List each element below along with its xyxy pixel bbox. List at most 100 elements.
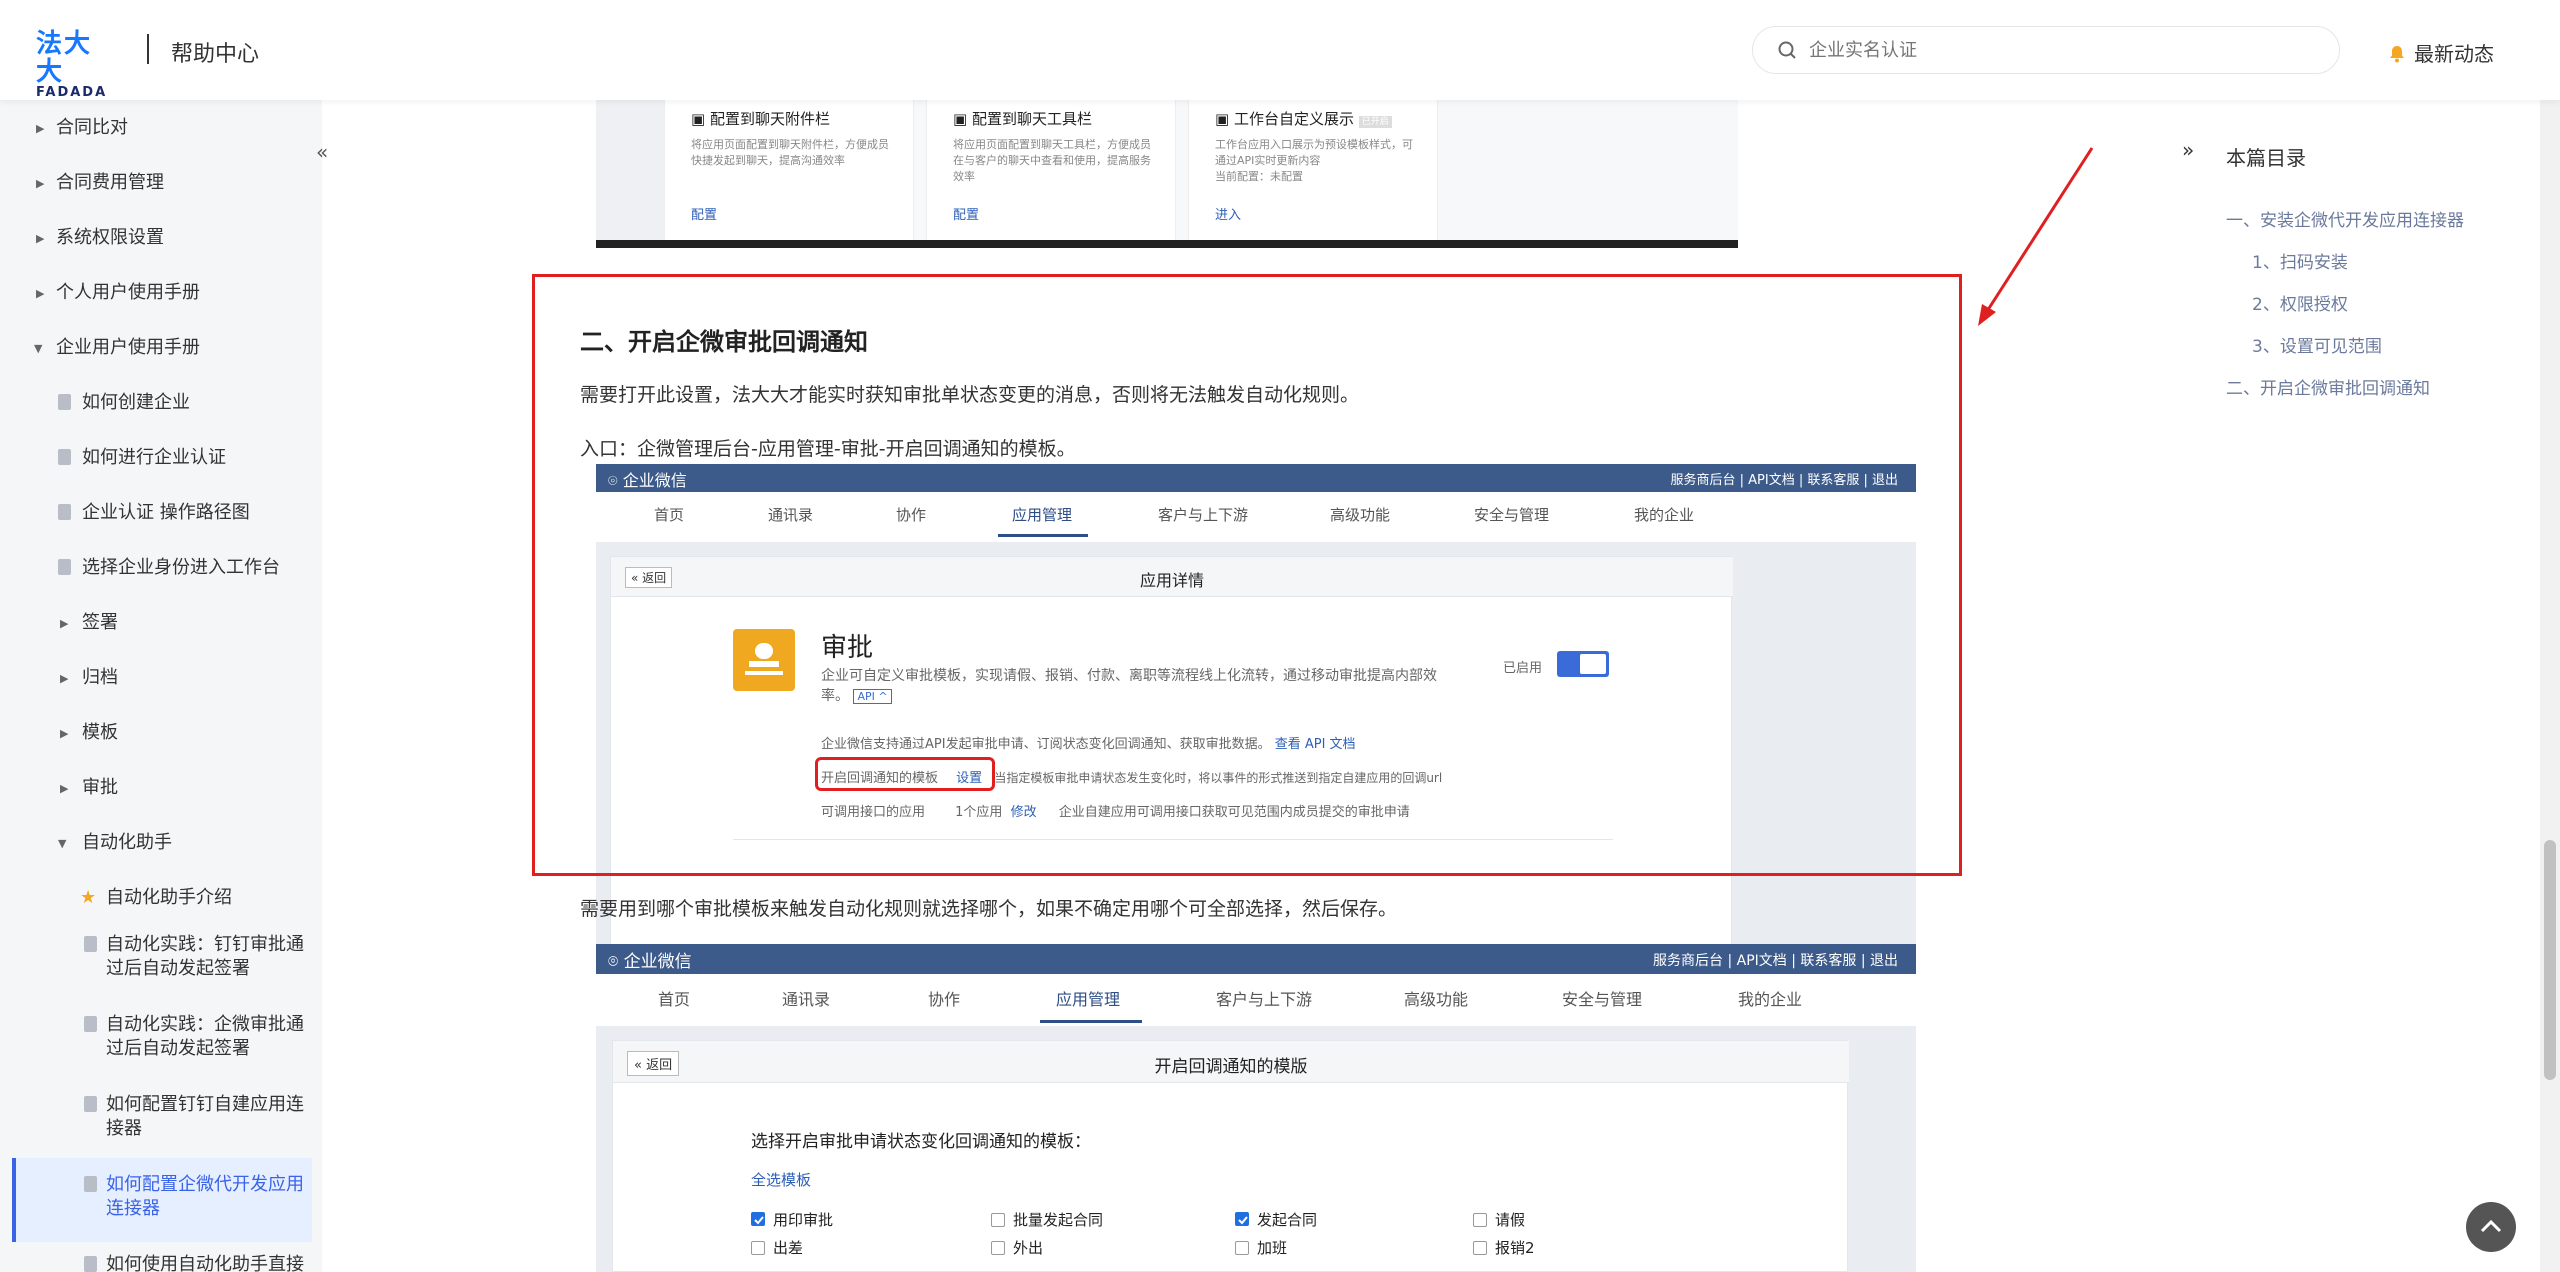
nav-app-manage-2[interactable]: 应用管理 (1056, 986, 1120, 1010)
sidebar-item-label: 如何配置企微代开发应用 (106, 1174, 304, 1195)
sidebar-item[interactable]: ▶ 审批 (0, 776, 322, 800)
sidebar-item-label: 合同比对 (56, 117, 128, 138)
select-all-link[interactable]: 全选模板 (751, 1169, 811, 1190)
sidebar-item-label: 企业认证 操作路径图 (82, 502, 250, 523)
template-checkbox[interactable]: 用印审批 (751, 1209, 833, 1230)
logo-cn: 法大大 (36, 29, 93, 87)
sidebar-item[interactable]: ▶ 签署 (0, 611, 322, 635)
caret-right-icon: ▶ (36, 232, 45, 245)
paragraph-3: 需要用到哪个审批模板来触发自动化规则就选择哪个，如果不确定用哪个可全部选择，然后… (580, 898, 1398, 920)
sidebar-item[interactable]: 如何进行企业认证 (0, 446, 322, 470)
callback-template-panel: « 返回 开启回调通知的模版 选择开启审批申请状态变化回调通知的模板： 全选模板… (612, 1040, 1849, 1272)
nav-home-2[interactable]: 首页 (658, 986, 690, 1010)
toc-item-4[interactable]: 3、设置可见范围 (2252, 332, 2382, 357)
fadada-logo[interactable]: 法大大 FADADA (36, 30, 116, 100)
toc-title: 本篇目录 (2226, 146, 2306, 170)
template-checkbox[interactable]: 外出 (991, 1237, 1043, 1258)
news-label: 最新动态 (2414, 42, 2494, 66)
checkbox[interactable] (1235, 1212, 1249, 1226)
sidebar-item[interactable]: ★ 自动化助手介绍 (0, 886, 322, 910)
template-checkbox[interactable]: 加班 (1235, 1237, 1287, 1258)
search-input[interactable] (1809, 35, 2309, 65)
sidebar-item[interactable]: 自动化实践：企微审批通 过后自动发起签署 (0, 1013, 322, 1061)
article-content: ▣ 配置到聊天附件栏 将应用页面配置到聊天附件栏，方便成员 快捷发起到聊天，提高沟通… (322, 100, 2190, 1272)
nav-advanced-2[interactable]: 高级功能 (1404, 986, 1468, 1010)
caret-right-icon: ▶ (60, 617, 69, 630)
config-card: ▣ 配置到聊天附件栏 将应用页面配置到聊天附件栏，方便成员 快捷发起到聊天，提高沟通… (664, 100, 914, 240)
config-card-action[interactable]: 配置 (691, 204, 717, 223)
config-card-desc: 在与客户的聊天中查看和使用，提高服务 (953, 154, 1151, 167)
sidebar-item-label: 如何创建企业 (82, 392, 190, 413)
search-icon (1778, 41, 1796, 59)
sidebar-item-label: 如何配置钉钉自建应用连 (106, 1094, 304, 1115)
table-of-contents: 本篇目录 一、安装企微代开发应用连接器 1、扫码安装 2、权限授权 3、设置可见… (2190, 100, 2530, 1272)
template-checkbox[interactable]: 出差 (751, 1237, 803, 1258)
sidebar-item[interactable]: ▶ 系统权限设置 (0, 226, 322, 250)
checkbox[interactable] (751, 1212, 765, 1226)
sidebar-item[interactable]: 选择企业身份进入工作台 (0, 556, 322, 580)
toc-item-1[interactable]: 一、安装企微代开发应用连接器 (2226, 206, 2464, 231)
template-checkbox[interactable]: 请假 (1473, 1209, 1525, 1230)
checkbox[interactable] (1473, 1213, 1487, 1227)
toc-item-5[interactable]: 二、开启企微审批回调通知 (2226, 374, 2430, 399)
sidebar-item[interactable]: ▶ 模板 (0, 721, 322, 745)
checkbox[interactable] (991, 1213, 1005, 1227)
latest-news-link[interactable]: 最新动态 (2388, 38, 2494, 67)
sidebar-item-label: 审批 (82, 777, 118, 798)
sidebar-item[interactable]: ▶ 合同比对 (0, 116, 322, 140)
annotation-arrow (1978, 147, 2094, 326)
template-checkbox[interactable]: 报销2 (1473, 1237, 1535, 1258)
toc-item-2[interactable]: 1、扫码安装 (2252, 248, 2348, 273)
checkbox[interactable] (991, 1241, 1005, 1255)
sidebar-item-label: 过后自动发起签署 (106, 958, 250, 979)
wework-top-links-2[interactable]: 服务商后台 | API文档 | 联系客服 | 退出 (1653, 950, 1898, 970)
config-card-action[interactable]: 配置 (953, 204, 979, 223)
sidebar-item[interactable]: 如何使用自动化助手直接 (0, 1253, 322, 1272)
back-to-top-button[interactable] (2466, 1202, 2516, 1252)
sidebar-item[interactable]: 自动化实践：钉钉审批通 过后自动发起签署 (0, 933, 322, 981)
checkbox[interactable] (751, 1241, 765, 1255)
sidebar-item[interactable]: ▶ 合同费用管理 (0, 171, 322, 195)
sidebar-item-label: 接器 (106, 1118, 142, 1139)
sidebar-item[interactable]: ▶ 归档 (0, 666, 322, 690)
search-box[interactable] (1752, 26, 2340, 74)
nav-collab-2[interactable]: 协作 (928, 986, 960, 1010)
sidebar-item[interactable]: ▶ 个人用户使用手册 (0, 281, 322, 305)
page-scrollbar[interactable] (2540, 0, 2560, 1272)
template-label: 出差 (773, 1239, 804, 1257)
template-checkbox[interactable]: 发起合同 (1235, 1209, 1317, 1230)
sidebar-item[interactable]: 如何配置钉钉自建应用连 接器 (0, 1093, 322, 1141)
checkbox[interactable] (1235, 1241, 1249, 1255)
help-center-title[interactable]: 帮助中心 (171, 36, 259, 68)
sidebar-item-label: 合同费用管理 (56, 172, 164, 193)
template-checkbox[interactable]: 批量发起合同 (991, 1209, 1103, 1230)
toc-item-3[interactable]: 2、权限授权 (2252, 290, 2348, 315)
sidebar-item[interactable]: 如何配置企微代开发应用 连接器 (0, 1173, 322, 1221)
config-card-action[interactable]: 进入 (1215, 204, 1241, 223)
config-card-desc: 效率 (953, 170, 975, 183)
sidebar-item[interactable]: 如何创建企业 (0, 391, 322, 415)
sidebar-item[interactable]: ▼ 企业用户使用手册 (0, 336, 322, 360)
sidebar-item-label: 如何进行企业认证 (82, 447, 226, 468)
checkbox[interactable] (1473, 1241, 1487, 1255)
sidebar-item-label: 自动化实践：企微审批通 (106, 1014, 304, 1035)
wework-top-bar-2: ⌾ 企业微信 服务商后台 | API文档 | 联系客服 | 退出 (596, 944, 1916, 974)
caret-right-icon: ▶ (60, 782, 69, 795)
sidebar-item[interactable]: ▼ 自动化助手 (0, 831, 322, 855)
top-header: 法大大 FADADA 帮助中心 最新动态 (0, 0, 2560, 100)
config-card-desc: 当前配置：未配置 (1215, 170, 1303, 183)
sidebar-item-label: 模板 (82, 722, 118, 743)
template-label: 批量发起合同 (1013, 1211, 1104, 1229)
document-icon (84, 936, 97, 952)
sidebar-item[interactable]: 企业认证 操作路径图 (0, 501, 322, 525)
template-label: 报销2 (1495, 1239, 1535, 1257)
document-icon (84, 1096, 97, 1112)
document-icon (84, 1256, 97, 1272)
config-card-title: ▣ 工作台自定义展示 已开启 (1215, 108, 1392, 129)
wework-brand-text-2: 企业微信 (623, 952, 692, 972)
nav-contacts-2[interactable]: 通讯录 (782, 986, 830, 1010)
nav-my-company-2[interactable]: 我的企业 (1738, 986, 1802, 1010)
nav-security-2[interactable]: 安全与管理 (1562, 986, 1642, 1010)
nav-customers-2[interactable]: 客户与上下游 (1216, 986, 1312, 1010)
scrollbar-thumb[interactable] (2544, 840, 2556, 1080)
